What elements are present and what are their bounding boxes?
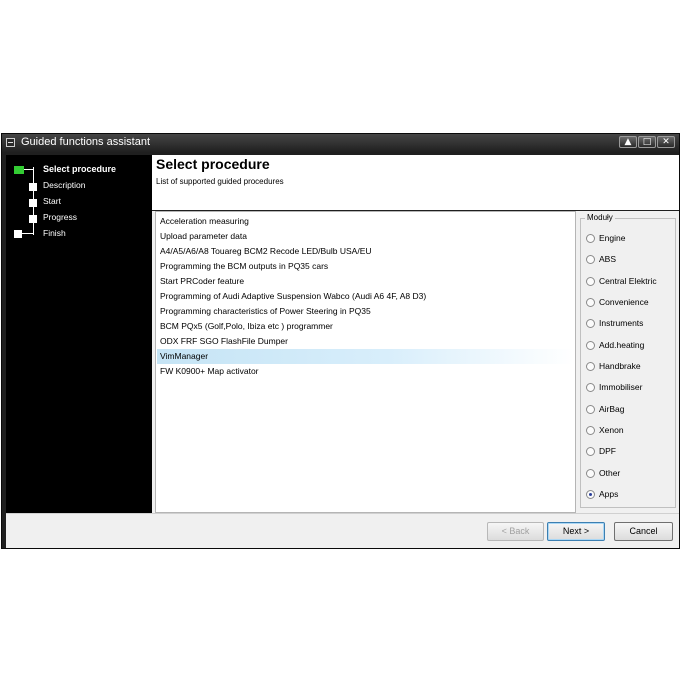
radio-label: Apps bbox=[599, 489, 619, 499]
step-start: Start bbox=[6, 195, 152, 211]
radio-label: Instruments bbox=[599, 318, 644, 328]
radio-icon bbox=[586, 341, 595, 350]
procedure-item[interactable]: Upload parameter data bbox=[157, 229, 574, 244]
radio-icon bbox=[586, 469, 595, 478]
next-button[interactable]: Next > bbox=[547, 522, 605, 541]
step-select-procedure: Select procedure bbox=[6, 163, 152, 179]
module-radio-handbrake[interactable]: Handbrake bbox=[586, 360, 676, 374]
step-description: Description bbox=[6, 179, 152, 195]
step-icon bbox=[14, 230, 22, 238]
radio-icon bbox=[586, 447, 595, 456]
step-label: Progress bbox=[43, 212, 78, 222]
procedure-item[interactable]: FW K0900+ Map activator bbox=[157, 364, 574, 379]
step-label: Description bbox=[43, 180, 86, 190]
procedure-item[interactable]: Programming characteristics of Power Ste… bbox=[157, 304, 574, 319]
radio-label: Central Elektric bbox=[599, 276, 657, 286]
step-icon bbox=[29, 215, 37, 223]
radio-label: Xenon bbox=[599, 425, 624, 435]
step-finish: Finish bbox=[6, 227, 152, 243]
step-progress: Progress bbox=[6, 211, 152, 227]
page-subtitle: List of supported guided procedures bbox=[156, 177, 284, 186]
radio-label: Engine bbox=[599, 233, 626, 243]
step-active-icon bbox=[14, 166, 24, 174]
radio-icon bbox=[586, 298, 595, 307]
back-button[interactable]: < Back bbox=[487, 522, 544, 541]
module-radio-convenience[interactable]: Convenience bbox=[586, 296, 676, 310]
maximize-button[interactable]: □ bbox=[638, 136, 656, 148]
radio-label: Convenience bbox=[599, 297, 649, 307]
radio-icon bbox=[586, 383, 595, 392]
page-header: Select procedure List of supported guide… bbox=[152, 155, 679, 210]
procedure-item[interactable]: Programming of Audi Adaptive Suspension … bbox=[157, 289, 574, 304]
radio-icon bbox=[586, 405, 595, 414]
radio-icon bbox=[586, 277, 595, 286]
procedure-item[interactable]: Acceleration measuring bbox=[157, 214, 574, 229]
module-radio-engine[interactable]: Engine bbox=[586, 232, 676, 246]
radio-icon bbox=[586, 362, 595, 371]
module-radio-other[interactable]: Other bbox=[586, 467, 676, 481]
procedure-item[interactable]: Start PRCoder feature bbox=[157, 274, 574, 289]
content-area: Acceleration measuring Upload parameter … bbox=[152, 211, 679, 513]
radio-icon bbox=[586, 255, 595, 264]
procedure-item-selected[interactable]: VimManager bbox=[157, 349, 574, 364]
radio-label: Handbrake bbox=[599, 361, 641, 371]
module-radio-instruments[interactable]: Instruments bbox=[586, 317, 676, 331]
module-radio-add-heating[interactable]: Add.heating bbox=[586, 339, 676, 353]
radio-icon bbox=[586, 426, 595, 435]
wizard-footer: < Back Next > Cancel bbox=[6, 513, 679, 548]
step-label: Start bbox=[43, 196, 61, 206]
radio-icon bbox=[586, 319, 595, 328]
step-icon bbox=[29, 183, 37, 191]
module-radio-dpf[interactable]: DPF bbox=[586, 445, 676, 459]
radio-icon bbox=[586, 234, 595, 243]
radio-label: DPF bbox=[599, 446, 616, 456]
radio-label: Immobiliser bbox=[599, 382, 643, 392]
window-menu-icon[interactable] bbox=[6, 138, 15, 147]
window-title: Guided functions assistant bbox=[21, 136, 151, 148]
procedure-list[interactable]: Acceleration measuring Upload parameter … bbox=[155, 211, 576, 513]
module-radio-abs[interactable]: ABS bbox=[586, 253, 676, 267]
radio-label: ABS bbox=[599, 254, 617, 264]
procedure-item[interactable]: ODX FRF SGO FlashFile Dumper bbox=[157, 334, 574, 349]
radio-label: Add.heating bbox=[599, 340, 645, 350]
title-bar[interactable]: Guided functions assistant ▲ □ ✕ bbox=[2, 134, 679, 152]
minimize-button[interactable]: ▲ bbox=[619, 136, 637, 148]
steps-sidebar: Select procedure Description Start Progr… bbox=[6, 155, 152, 513]
module-radio-central-elektric[interactable]: Central Elektric bbox=[586, 275, 676, 289]
step-icon bbox=[29, 199, 37, 207]
procedure-item[interactable]: BCM PQx5 (Golf,Polo, Ibiza etc ) program… bbox=[157, 319, 574, 334]
modules-legend: Moduły bbox=[585, 213, 615, 222]
modules-group: Moduły Engine ABS Central Elektric Conve… bbox=[580, 213, 676, 508]
module-radio-xenon[interactable]: Xenon bbox=[586, 424, 676, 438]
radio-label: Other bbox=[599, 468, 621, 478]
module-radio-airbag[interactable]: AirBag bbox=[586, 403, 676, 417]
procedure-item[interactable]: Programming the BCM outputs in PQ35 cars bbox=[157, 259, 574, 274]
module-radio-apps[interactable]: Apps bbox=[586, 488, 676, 502]
close-button[interactable]: ✕ bbox=[657, 136, 675, 148]
module-radio-immobiliser[interactable]: Immobiliser bbox=[586, 381, 676, 395]
radio-checked-icon bbox=[586, 490, 595, 499]
guided-functions-window: Guided functions assistant ▲ □ ✕ Select … bbox=[1, 133, 680, 549]
radio-label: AirBag bbox=[599, 404, 625, 414]
step-label: Finish bbox=[43, 228, 66, 238]
page-title: Select procedure bbox=[156, 156, 270, 172]
step-label: Select procedure bbox=[43, 164, 117, 174]
procedure-item[interactable]: A4/A5/A6/A8 Touareg BCM2 Recode LED/Bulb… bbox=[157, 244, 574, 259]
cancel-button[interactable]: Cancel bbox=[614, 522, 673, 541]
